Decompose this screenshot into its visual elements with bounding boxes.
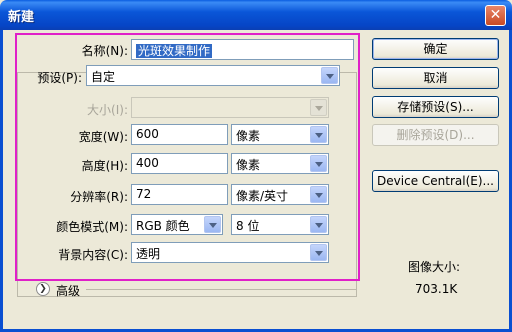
width-label: 宽度(W): (78, 130, 128, 144)
height-value: 400 (136, 156, 159, 170)
name-value: 光斑效果制作 (136, 44, 213, 58)
expand-icon[interactable]: ❯ (36, 282, 50, 296)
bit-depth-select[interactable]: 8 位 (231, 214, 329, 235)
size-select (131, 97, 329, 118)
color-mode-label: 颜色模式(M): (56, 220, 128, 234)
resolution-label: 分辨率(R): (70, 190, 128, 204)
resolution-unit-value: 像素/英寸 (236, 189, 289, 203)
preset-value: 自定 (91, 70, 116, 84)
chevron-down-icon[interactable] (310, 244, 327, 261)
width-input[interactable]: 600 (131, 124, 228, 145)
background-value: 透明 (136, 247, 161, 261)
delete-preset-button: 删除预设(D)... (372, 124, 499, 146)
image-size-value: 703.1K (415, 282, 458, 296)
title-bar: 新建 ✕ (0, 0, 512, 30)
bit-depth-value: 8 位 (236, 219, 260, 233)
resolution-value: 72 (136, 187, 152, 201)
background-select[interactable]: 透明 (131, 242, 329, 263)
width-unit-value: 像素 (236, 129, 261, 143)
chevron-down-icon[interactable] (204, 216, 221, 233)
resolution-input[interactable]: 72 (131, 184, 228, 205)
chevron-down-icon[interactable] (321, 67, 338, 84)
size-label: 大小(I): (87, 103, 128, 117)
chevron-down-icon[interactable] (310, 155, 327, 172)
name-input[interactable]: 光斑效果制作 (131, 39, 354, 60)
cancel-button[interactable]: 取消 (372, 67, 499, 89)
advanced-divider (86, 289, 356, 290)
close-icon[interactable]: ✕ (485, 5, 506, 26)
ok-button[interactable]: 确定 (372, 38, 499, 60)
save-preset-button[interactable]: 存储预设(S)... (372, 96, 499, 118)
height-unit-value: 像素 (236, 158, 261, 172)
width-value: 600 (136, 127, 159, 141)
device-central-button[interactable]: Device Central(E)... (372, 170, 499, 192)
image-size-label: 图像大小: (408, 260, 461, 274)
width-unit-select[interactable]: 像素 (231, 124, 329, 145)
preset-select[interactable]: 自定 (86, 65, 340, 86)
advanced-label[interactable]: 高级 (56, 282, 80, 299)
window-frame-left (0, 30, 3, 332)
preset-label: 预设(P): (37, 71, 82, 85)
chevron-down-icon[interactable] (310, 216, 327, 233)
name-label: 名称(N): (81, 44, 128, 58)
chevron-down-icon[interactable] (310, 186, 327, 203)
color-mode-select[interactable]: RGB 颜色 (131, 214, 223, 235)
resolution-unit-select[interactable]: 像素/英寸 (231, 184, 329, 205)
chevron-down-icon (310, 99, 327, 116)
chevron-down-icon[interactable] (310, 126, 327, 143)
height-unit-select[interactable]: 像素 (231, 153, 329, 174)
window-title: 新建 (8, 10, 35, 25)
color-mode-value: RGB 颜色 (136, 219, 190, 233)
height-label: 高度(H): (81, 159, 128, 173)
background-label: 背景内容(C): (58, 248, 128, 262)
height-input[interactable]: 400 (131, 153, 228, 174)
